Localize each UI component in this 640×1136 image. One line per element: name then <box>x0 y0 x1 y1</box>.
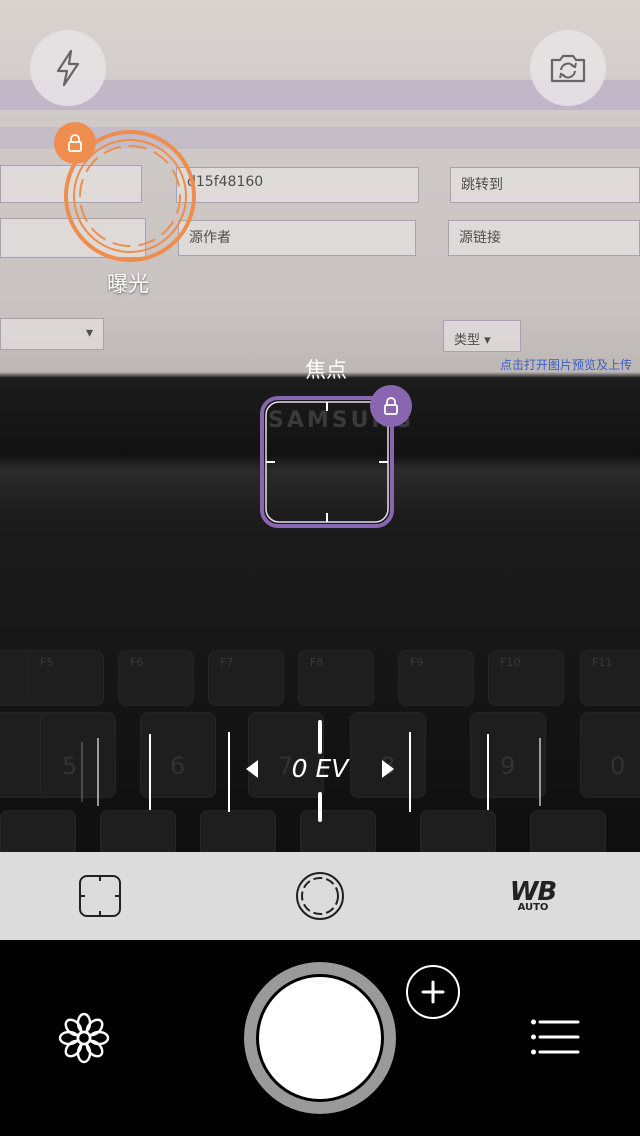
exposure-lock-badge[interactable] <box>54 122 96 164</box>
exposure-mode-button[interactable] <box>275 852 365 940</box>
keyboard-key: F9 <box>398 650 474 706</box>
background-field-text: d15f48160 <box>187 174 264 190</box>
ev-increase-arrow-icon[interactable] <box>382 760 394 778</box>
keyboard-key: F8 <box>298 650 374 706</box>
background-field-id: d15f48160 <box>176 167 419 203</box>
focus-label: 焦点 <box>305 358 347 382</box>
keyboard-key: F7 <box>208 650 284 706</box>
flower-icon <box>58 1012 110 1064</box>
white-balance-button[interactable]: WB AUTO <box>488 852 578 940</box>
key-label: F8 <box>310 656 324 669</box>
mode-toolbar: WB AUTO <box>0 852 640 940</box>
focus-lock-badge[interactable] <box>370 385 412 427</box>
switch-camera-icon <box>550 54 586 83</box>
keyboard-key: F6 <box>118 650 194 706</box>
shutter-button[interactable] <box>244 962 396 1114</box>
background-field-author: 源作者 <box>178 220 416 256</box>
background-link-text: 点击打开图片预览及上传 <box>500 358 633 372</box>
keyboard-key: F5 <box>28 650 104 706</box>
switch-camera-button[interactable] <box>530 30 606 106</box>
key-label: F9 <box>410 656 424 669</box>
background-field-jump: 跳转到 <box>450 167 640 203</box>
key-label: F5 <box>40 656 54 669</box>
filters-button[interactable] <box>56 1010 112 1070</box>
aperture-icon <box>296 872 344 920</box>
keyboard-key: F10 <box>488 650 564 706</box>
key-label: F11 <box>592 656 613 669</box>
dropdown-arrow: ▾ <box>484 333 491 348</box>
background-dropdown: ▾ <box>0 318 104 350</box>
exposure-label: 曝光 <box>107 272 149 296</box>
menu-icon <box>531 1019 580 1055</box>
background-field-source-link: 源链接 <box>448 220 640 256</box>
lock-icon <box>384 397 398 415</box>
lock-icon <box>68 134 82 152</box>
white-balance-icon: WB AUTO <box>510 879 557 913</box>
shutter-inner-circle <box>259 977 381 1099</box>
add-button[interactable] <box>406 965 460 1019</box>
background-field-text: 类型 <box>454 333 481 348</box>
key-label: F6 <box>130 656 144 669</box>
background-field-text: 跳转到 <box>461 177 503 193</box>
keyboard-row: F5 F6 F7 F8 F9 F10 F11 <box>0 650 640 708</box>
keyboard-key: F11 <box>580 650 640 706</box>
flash-button[interactable] <box>30 30 106 106</box>
dropdown-arrow: ▾ <box>85 325 93 341</box>
background-field-text: 源链接 <box>459 230 501 246</box>
ev-decrease-arrow-icon[interactable] <box>246 760 258 778</box>
background-dropdown-type: 类型 ▾ <box>443 320 521 352</box>
menu-button[interactable] <box>530 1018 582 1062</box>
key-label: F7 <box>220 656 234 669</box>
focus-frame-icon <box>79 875 121 917</box>
focus-mode-button[interactable] <box>55 852 145 940</box>
ev-value: 0 EV <box>291 754 349 783</box>
key-label: F10 <box>500 656 521 669</box>
flash-icon <box>56 49 80 87</box>
plus-icon <box>421 980 445 1004</box>
